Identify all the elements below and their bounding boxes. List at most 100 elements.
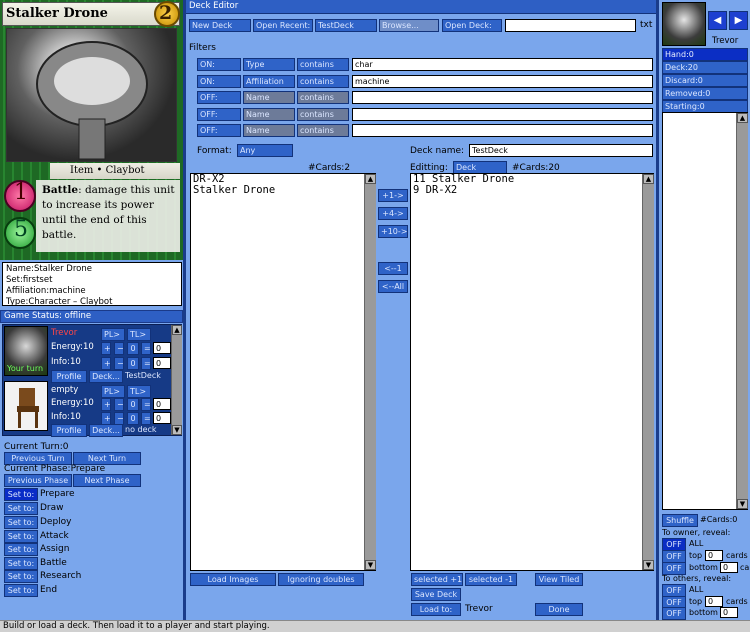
load-to-target[interactable]: Trevor: [465, 604, 493, 614]
set-to-attack[interactable]: Set to:: [4, 530, 38, 543]
add-four-button[interactable]: +4->: [378, 207, 408, 220]
energy-equals-2[interactable]: =: [141, 398, 151, 411]
remove-one-button[interactable]: <--1: [378, 262, 408, 275]
available-list-scrollbar[interactable]: ▲ ▼: [364, 174, 376, 570]
deck-card-item[interactable]: 9 DR-X2: [413, 185, 457, 196]
filter-4-value[interactable]: [352, 108, 653, 121]
energy-plus-2[interactable]: +: [101, 398, 111, 411]
open-deck-button[interactable]: Open Deck:: [442, 19, 502, 32]
player-portrait[interactable]: [662, 2, 706, 46]
others-bottom-input[interactable]: 0: [720, 607, 738, 618]
open-recent-button[interactable]: Open Recent:: [253, 19, 313, 32]
filter-5-field[interactable]: Name: [243, 124, 295, 137]
zone-list-scrollbar[interactable]: ▲ ▼: [736, 113, 748, 509]
scroll-up-icon[interactable]: ▲: [365, 174, 376, 184]
save-deck-button[interactable]: Save Deck: [411, 588, 461, 601]
filter-2-field[interactable]: Affiliation: [243, 75, 295, 88]
filter-1-value[interactable]: char: [352, 58, 653, 71]
set-to-end[interactable]: Set to:: [4, 584, 38, 597]
deck-button[interactable]: Deck...: [89, 370, 123, 383]
set-to-prepare[interactable]: Set to:: [4, 488, 38, 501]
info-minus[interactable]: −: [114, 357, 124, 370]
shuffle-button[interactable]: Shuffle: [662, 514, 698, 527]
filter-3-field[interactable]: Name: [243, 91, 295, 104]
remove-all-button[interactable]: <--All: [378, 280, 408, 293]
filter-2-toggle[interactable]: ON:: [197, 75, 241, 88]
zone-removed[interactable]: Removed:0: [662, 87, 748, 100]
filter-4-op[interactable]: contains: [297, 108, 349, 121]
scroll-up-icon[interactable]: ▲: [172, 325, 182, 335]
filter-1-toggle[interactable]: ON:: [197, 58, 241, 71]
next-phase-button[interactable]: Next Phase: [73, 474, 141, 487]
filter-5-toggle[interactable]: OFF:: [197, 124, 241, 137]
scroll-down-icon[interactable]: ▼: [172, 425, 182, 435]
scroll-up-icon[interactable]: ▲: [643, 174, 654, 184]
deck-button-2[interactable]: Deck...: [89, 424, 123, 437]
view-tiled-button[interactable]: View Tiled: [535, 573, 583, 586]
set-to-research[interactable]: Set to:: [4, 570, 38, 583]
left-divider[interactable]: [183, 0, 186, 620]
owner-top-input[interactable]: 0: [705, 550, 723, 561]
right-divider[interactable]: [656, 0, 659, 620]
info-input-2[interactable]: 0: [153, 412, 171, 424]
available-card-item[interactable]: Stalker Drone: [193, 185, 275, 196]
info-equals-2[interactable]: =: [141, 412, 151, 425]
open-deck-input[interactable]: [505, 19, 636, 32]
energy-plus[interactable]: +: [101, 342, 111, 355]
pl-button-2[interactable]: PL>: [101, 385, 125, 398]
zone-hand[interactable]: Hand:0: [662, 48, 748, 61]
prev-player-button[interactable]: ◀: [708, 11, 727, 30]
profile-button[interactable]: Profile: [51, 370, 87, 383]
done-button[interactable]: Done: [535, 603, 583, 616]
available-cards-list[interactable]: DR-X2 Stalker Drone ▲ ▼: [190, 173, 376, 571]
zone-deck[interactable]: Deck:20: [662, 61, 748, 74]
owner-bottom-input[interactable]: 0: [720, 562, 738, 573]
zone-discard[interactable]: Discard:0: [662, 74, 748, 87]
filter-2-op[interactable]: contains: [297, 75, 349, 88]
filter-3-op[interactable]: contains: [297, 91, 349, 104]
scroll-up-icon[interactable]: ▲: [737, 113, 748, 123]
tl-button[interactable]: TL>: [127, 328, 151, 341]
filter-1-op[interactable]: contains: [297, 58, 349, 71]
filter-2-value[interactable]: machine: [352, 75, 653, 88]
player-avatar-empty[interactable]: [4, 381, 48, 431]
deck-cards-list[interactable]: 11 Stalker Drone 9 DR-X2 ▲ ▼: [410, 173, 654, 571]
selected-plus-button[interactable]: selected +1: [411, 573, 463, 586]
info-plus[interactable]: +: [101, 357, 111, 370]
set-to-deploy[interactable]: Set to:: [4, 516, 38, 529]
next-player-button[interactable]: ▶: [729, 11, 748, 30]
filter-1-field[interactable]: Type: [243, 58, 295, 71]
set-to-draw[interactable]: Set to:: [4, 502, 38, 515]
energy-input[interactable]: 0: [153, 342, 171, 354]
zone-card-list[interactable]: ▲ ▼: [662, 112, 748, 510]
load-images-button[interactable]: Load Images: [190, 573, 276, 586]
ignoring-doubles-toggle[interactable]: Ignoring doubles: [278, 573, 364, 586]
players-scrollbar[interactable]: ▲ ▼: [171, 325, 182, 435]
scroll-down-icon[interactable]: ▼: [643, 560, 654, 570]
energy-minus[interactable]: −: [114, 342, 124, 355]
deck-name-input[interactable]: TestDeck: [469, 144, 653, 157]
filter-4-field[interactable]: Name: [243, 108, 295, 121]
set-to-battle[interactable]: Set to:: [4, 557, 38, 570]
filter-5-value[interactable]: [352, 124, 653, 137]
energy-equals[interactable]: =: [141, 342, 151, 355]
filter-3-value[interactable]: [352, 91, 653, 104]
new-deck-button[interactable]: New Deck: [189, 19, 251, 32]
energy-minus-2[interactable]: −: [114, 398, 124, 411]
filter-4-toggle[interactable]: OFF:: [197, 108, 241, 121]
info-input[interactable]: 0: [153, 357, 171, 369]
selected-minus-button[interactable]: selected -1: [465, 573, 517, 586]
set-to-assign[interactable]: Set to:: [4, 543, 38, 556]
others-reveal-bottom-toggle[interactable]: OFF: [662, 607, 686, 620]
info-equals[interactable]: =: [141, 357, 151, 370]
profile-button-2[interactable]: Profile: [51, 424, 87, 437]
others-top-input[interactable]: 0: [705, 596, 723, 607]
load-to-button[interactable]: Load to:: [411, 603, 461, 616]
pl-button[interactable]: PL>: [101, 328, 125, 341]
add-one-button[interactable]: +1->: [378, 189, 408, 202]
energy-input-2[interactable]: 0: [153, 398, 171, 410]
scroll-down-icon[interactable]: ▼: [737, 499, 748, 509]
recent-deck-select[interactable]: TestDeck: [315, 19, 377, 32]
previous-phase-button[interactable]: Previous Phase: [4, 474, 72, 487]
filter-3-toggle[interactable]: OFF:: [197, 91, 241, 104]
